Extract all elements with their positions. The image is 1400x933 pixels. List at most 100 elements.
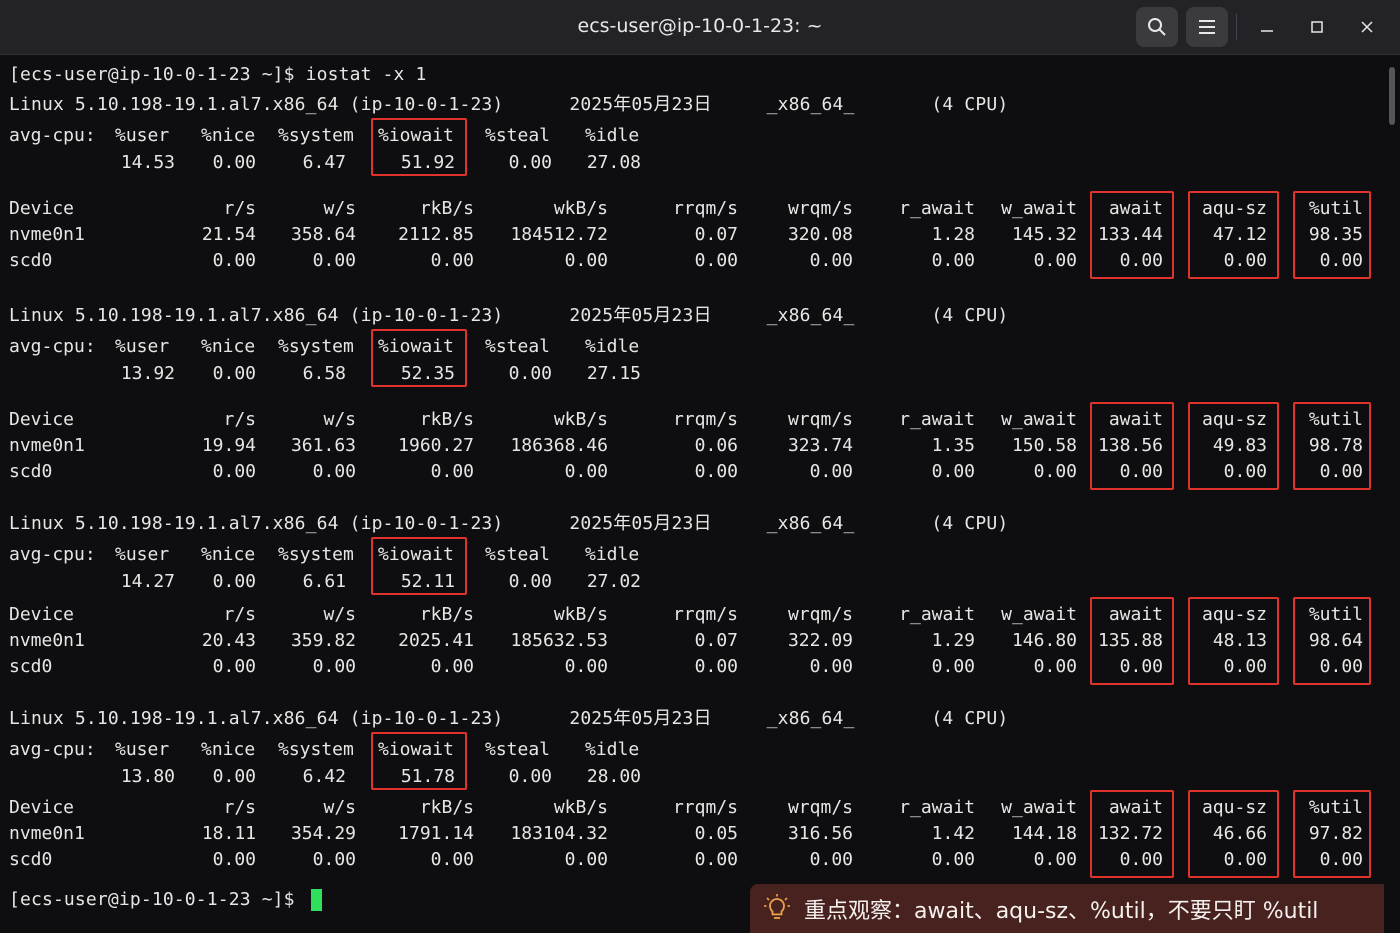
device-header-rkbs: rkB/s: [419, 409, 474, 430]
minimize-icon: [1261, 30, 1273, 32]
menu-button[interactable]: [1186, 7, 1228, 47]
device-value-ws: 359.82: [290, 630, 356, 651]
device-value-rkbs: 0.00: [430, 849, 474, 870]
cpu-header-nice: %nice: [201, 739, 256, 760]
maximize-button[interactable]: [1304, 14, 1330, 40]
device-header-rrqms: rrqm/s: [672, 198, 738, 219]
iowait-highlight-box: [371, 329, 467, 387]
device-value-rs: 18.11: [201, 823, 256, 844]
device-value-wkbs: 0.00: [564, 461, 608, 482]
device-name: nvme0n1: [9, 630, 85, 651]
search-button[interactable]: [1136, 7, 1178, 47]
device-header-rrqms: rrqm/s: [672, 604, 738, 625]
cpu-value-steal: 0.00: [508, 571, 552, 592]
search-icon: [1148, 18, 1166, 36]
shell-prompt: [ecs-user@ip-10-0-1-23 ~]$: [9, 889, 306, 910]
device-value-wkbs: 0.00: [564, 656, 608, 677]
terminal-output[interactable]: [ecs-user@ip-10-0-1-23 ~]$ iostat -x 1 L…: [0, 55, 1384, 933]
device-value-r_await: 1.42: [931, 823, 975, 844]
scrollbar[interactable]: [1386, 55, 1400, 933]
device-header-rs: r/s: [223, 198, 256, 219]
device-header-wkbs: wkB/s: [553, 198, 608, 219]
device-header-r_await: r_await: [899, 797, 975, 818]
device-value-wrqms: 320.08: [787, 224, 853, 245]
await-highlight-box: [1090, 790, 1174, 878]
device-value-wkbs: 185632.53: [510, 630, 608, 651]
cpu-header-user: %user: [115, 544, 170, 565]
device-header-rkbs: rkB/s: [419, 198, 474, 219]
device-value-ws: 358.64: [290, 224, 356, 245]
device-header-w_await: w_await: [1001, 797, 1077, 818]
device-value-w_await: 144.18: [1011, 823, 1077, 844]
device-value-wrqms: 0.00: [809, 656, 853, 677]
device-value-wkbs: 186368.46: [510, 435, 608, 456]
device-header-w_await: w_await: [1001, 604, 1077, 625]
cpu-header-idle: %idle: [585, 125, 640, 146]
device-value-wkbs: 0.00: [564, 250, 608, 271]
cpu-value-nice: 0.00: [212, 766, 256, 787]
device-value-rs: 0.00: [212, 250, 256, 271]
cpu-value-idle: 27.15: [586, 363, 641, 384]
device-value-rs: 20.43: [201, 630, 256, 651]
device-value-r_await: 1.35: [931, 435, 975, 456]
device-header-rrqms: rrqm/s: [672, 409, 738, 430]
device-value-rrqms: 0.05: [694, 823, 738, 844]
device-value-w_await: 0.00: [1033, 250, 1077, 271]
cpu-value-nice: 0.00: [212, 363, 256, 384]
device-header-ws: w/s: [323, 604, 356, 625]
close-button[interactable]: [1354, 14, 1380, 40]
device-value-rrqms: 0.06: [694, 435, 738, 456]
cpu-value-steal: 0.00: [508, 766, 552, 787]
device-value-rrqms: 0.00: [694, 461, 738, 482]
device-value-rrqms: 0.07: [694, 630, 738, 651]
device-header: Device: [9, 604, 75, 625]
command-line: [ecs-user@ip-10-0-1-23 ~]$ iostat -x 1: [9, 64, 427, 85]
device-value-ws: 0.00: [312, 250, 356, 271]
cpu-value-idle: 28.00: [586, 766, 641, 787]
system-info-line: Linux 5.10.198-19.1.al7.x86_64 (ip-10-0-…: [9, 94, 1009, 115]
annotation-banner: 重点观察：await、aqu-sz、%util，不要只盯 %util: [750, 884, 1384, 933]
device-header-wrqms: wrqm/s: [787, 198, 853, 219]
scrollbar-thumb[interactable]: [1389, 67, 1395, 125]
system-info-line: Linux 5.10.198-19.1.al7.x86_64 (ip-10-0-…: [9, 708, 1009, 729]
device-value-rrqms: 0.00: [694, 250, 738, 271]
cpu-header-user: %user: [115, 336, 170, 357]
system-info-line: Linux 5.10.198-19.1.al7.x86_64 (ip-10-0-…: [9, 513, 1009, 534]
device-value-w_await: 0.00: [1033, 461, 1077, 482]
device-value-r_await: 1.28: [931, 224, 975, 245]
device-value-r_await: 0.00: [931, 849, 975, 870]
cpu-header-idle: %idle: [585, 739, 640, 760]
device-value-rrqms: 0.00: [694, 849, 738, 870]
device-value-w_await: 146.80: [1011, 630, 1077, 651]
device-value-rkbs: 0.00: [430, 656, 474, 677]
device-value-ws: 354.29: [290, 823, 356, 844]
device-value-rkbs: 2112.85: [398, 224, 474, 245]
hamburger-menu-icon: [1199, 20, 1215, 34]
device-value-rkbs: 1791.14: [398, 823, 474, 844]
close-icon: [1361, 21, 1373, 33]
title-bar: ecs-user@ip-10-0-1-23: ~: [0, 0, 1400, 55]
cpu-header-idle: %idle: [585, 336, 640, 357]
device-value-wkbs: 183104.32: [510, 823, 608, 844]
device-name: scd0: [9, 250, 53, 271]
device-header: Device: [9, 198, 75, 219]
cpu-value-steal: 0.00: [508, 363, 552, 384]
minimize-button[interactable]: [1254, 14, 1280, 40]
device-value-wrqms: 0.00: [809, 250, 853, 271]
cpu-value-system: 6.47: [302, 152, 346, 173]
device-value-rs: 0.00: [212, 656, 256, 677]
cpu-header-steal: %steal: [485, 336, 551, 357]
device-header: Device: [9, 409, 75, 430]
cpu-value-nice: 0.00: [212, 571, 256, 592]
iowait-highlight-box: [371, 118, 467, 176]
cpu-header-idle: %idle: [585, 544, 640, 565]
device-name: nvme0n1: [9, 435, 85, 456]
avg-cpu-label: avg-cpu:: [9, 125, 96, 146]
device-value-rkbs: 0.00: [430, 461, 474, 482]
avg-cpu-label: avg-cpu:: [9, 739, 96, 760]
device-value-wkbs: 184512.72: [510, 224, 608, 245]
cpu-value-user: 13.80: [120, 766, 175, 787]
cpu-header-system: %system: [278, 739, 354, 760]
aqusz-highlight-box: [1188, 402, 1279, 490]
device-name: nvme0n1: [9, 224, 85, 245]
